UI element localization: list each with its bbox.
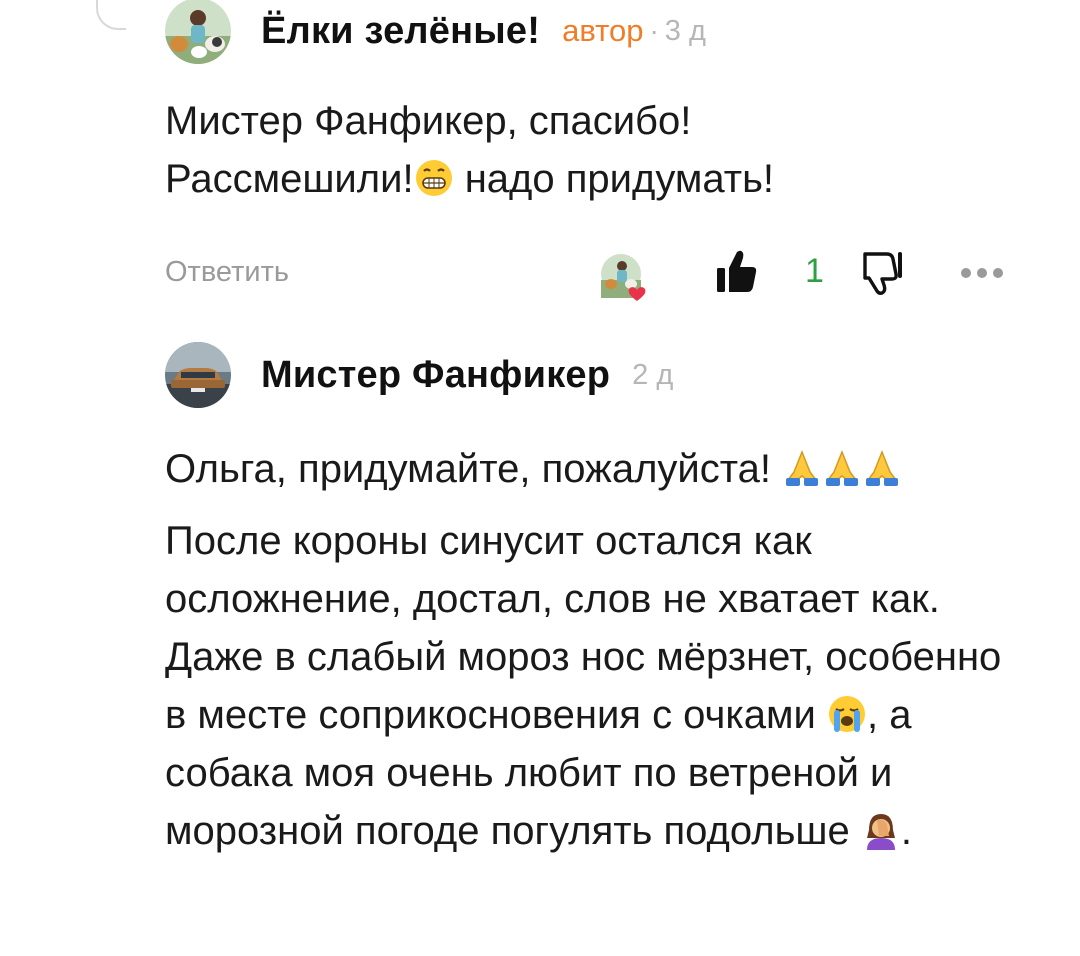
face-palm-icon xyxy=(861,808,901,850)
comment-item: Мистер Фанфикер 2 д Ольга, придумайте, п… xyxy=(165,340,1020,860)
grinning-face-icon xyxy=(414,156,454,196)
loudly-crying-face-icon xyxy=(827,692,867,732)
comment-paragraph: После короны синусит остался как осложне… xyxy=(165,512,1020,860)
comment-line: Ольга, придумайте, пожалуйста! xyxy=(165,447,771,491)
comment-time: 2 д xyxy=(632,358,674,391)
dogs-avatar-image xyxy=(165,0,231,64)
folded-hands-icon xyxy=(862,446,902,486)
liked-by-author-icon xyxy=(597,250,657,306)
comment-paragraph: Ольга, придумайте, пожалуйста! xyxy=(165,440,1020,498)
thumbs-up-icon[interactable] xyxy=(715,248,759,296)
car-avatar-image xyxy=(165,342,231,408)
like-count: 1 xyxy=(805,252,824,290)
comment-line: Рассмешили! xyxy=(165,157,414,201)
folded-hands-icon xyxy=(782,446,822,486)
thread-connector-line xyxy=(96,0,126,30)
folded-hands-icon xyxy=(822,446,862,486)
more-options-icon[interactable] xyxy=(960,266,1004,278)
comment-text: Мистер Фанфикер, спасибо! Рассмешили! на… xyxy=(165,92,1020,208)
author-badge: автор xyxy=(562,13,644,48)
author-avatar[interactable] xyxy=(165,342,231,408)
comment-actions: Ответить 1 xyxy=(165,248,1020,308)
comment-header: Мистер Фанфикер 2 д xyxy=(165,340,1020,410)
author-avatar[interactable] xyxy=(165,0,231,64)
thumbs-down-icon[interactable] xyxy=(859,248,907,296)
comment-text-part: . xyxy=(900,809,912,853)
comment-time: 3 д xyxy=(664,14,706,47)
comment-line: надо придумать! xyxy=(464,157,775,201)
comment-line: Мистер Фанфикер, спасибо! xyxy=(165,99,692,143)
author-name[interactable]: Мистер Фанфикер xyxy=(261,354,610,397)
comment-header: Ёлки зелёные! автор · 3 д xyxy=(165,0,1020,66)
meta-separator: · xyxy=(649,15,659,46)
author-name[interactable]: Ёлки зелёные! xyxy=(261,10,540,53)
comment-item: Ёлки зелёные! автор · 3 д Мистер Фанфике… xyxy=(165,0,1020,308)
reply-button[interactable]: Ответить xyxy=(165,256,289,289)
